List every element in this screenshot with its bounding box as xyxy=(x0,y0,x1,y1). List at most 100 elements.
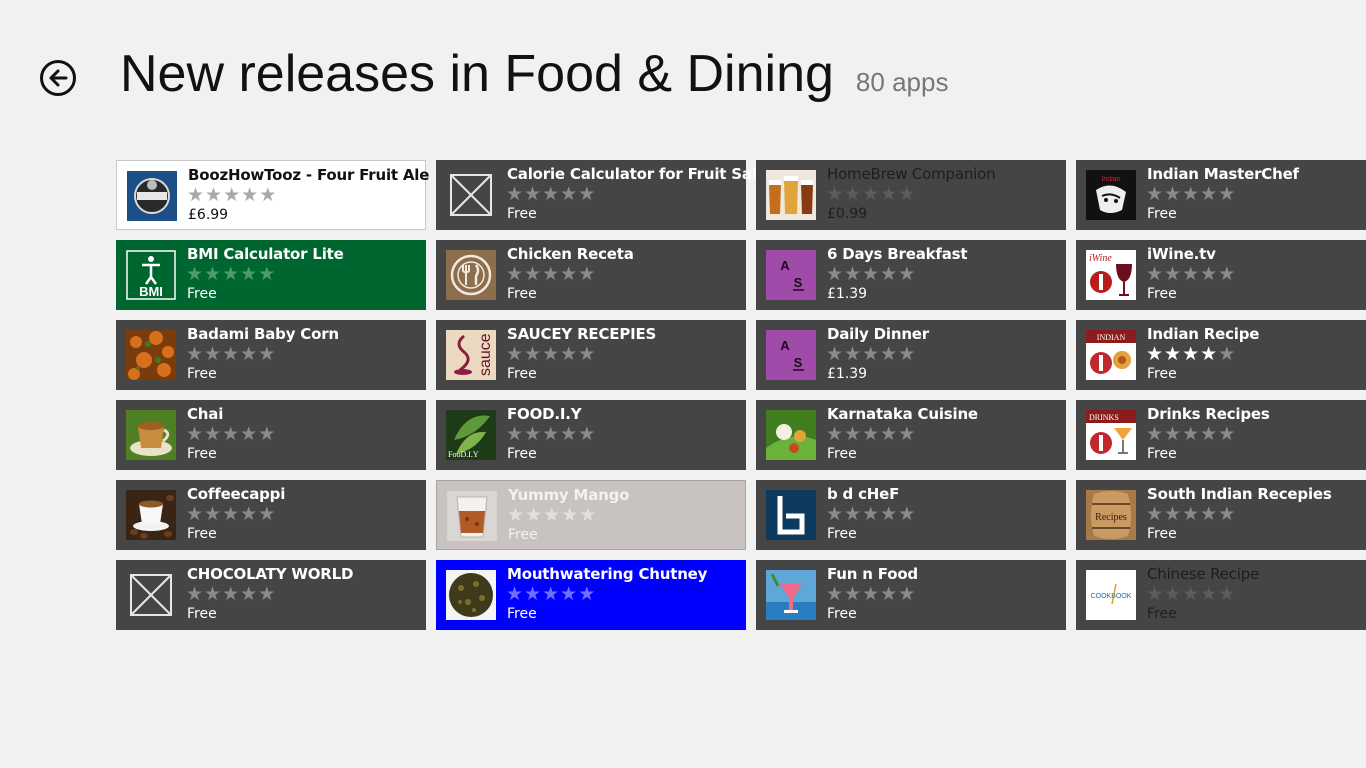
star-icon: ★ xyxy=(1200,343,1219,365)
app-tile[interactable]: Fun n Food ★★★★★ Free xyxy=(756,560,1066,630)
beach-cocktail-icon xyxy=(766,570,816,620)
star-icon: ★ xyxy=(1146,343,1165,365)
app-name: FOOD.I.Y xyxy=(507,405,582,423)
herb-leaves-icon: FooD.I.Y xyxy=(446,410,496,460)
star-rating: ★★★★★ xyxy=(506,583,596,605)
plate-fork-knife-icon xyxy=(446,250,496,300)
app-price: £1.39 xyxy=(827,366,868,382)
app-tile[interactable]: CHOCOLATY WORLD ★★★★★ Free xyxy=(116,560,426,630)
star-rating: ★★★★★ xyxy=(1146,343,1236,365)
star-icon: ★ xyxy=(1146,423,1165,445)
star-icon: ★ xyxy=(561,504,580,526)
app-tile[interactable]: Mouthwatering Chutney ★★★★★ Free xyxy=(436,560,746,630)
app-count: 80 apps xyxy=(855,67,949,97)
app-tile[interactable]: Indian Indian MasterChef ★★★★★ Free xyxy=(1076,160,1366,230)
star-icon: ★ xyxy=(258,423,277,445)
star-rating: ★★★★★ xyxy=(506,423,596,445)
star-icon: ★ xyxy=(1218,503,1237,525)
app-tile[interactable]: Chicken Receta ★★★★★ Free xyxy=(436,240,746,310)
app-tile[interactable]: BoozHowTooz - Four Fruit Ale ★★★★★ £6.99 xyxy=(116,160,429,230)
app-tile[interactable]: Chai ★★★★★ Free xyxy=(116,400,426,470)
app-name: Yummy Mango xyxy=(508,486,630,504)
app-tile[interactable]: AS6 Days Breakfast ★★★★★ £1.39 xyxy=(756,240,1066,310)
svg-text:FooD.I.Y: FooD.I.Y xyxy=(448,450,479,459)
star-icon: ★ xyxy=(862,263,881,285)
app-tile[interactable]: iWine iWine.tv ★★★★★ Free xyxy=(1076,240,1366,310)
app-tile[interactable]: Coffeecappi ★★★★★ Free xyxy=(116,480,426,550)
star-icon: ★ xyxy=(222,263,241,285)
app-tile[interactable]: BMI BMI Calculator Lite ★★★★★ Free xyxy=(116,240,426,310)
star-icon: ★ xyxy=(240,423,259,445)
star-icon: ★ xyxy=(578,583,597,605)
star-icon: ★ xyxy=(1182,263,1201,285)
app-name: 6 Days Breakfast xyxy=(827,245,968,263)
app-tile[interactable]: Yummy Mango ★★★★★ Free xyxy=(436,480,746,550)
star-icon: ★ xyxy=(826,503,845,525)
app-tile[interactable]: FooD.I.Y FOOD.I.Y ★★★★★ Free xyxy=(436,400,746,470)
star-rating: ★★★★★ xyxy=(186,343,276,365)
star-rating: ★★★★★ xyxy=(826,343,916,365)
svg-text:DRINKS: DRINKS xyxy=(1089,413,1119,422)
svg-text:INDIAN: INDIAN xyxy=(1097,333,1126,342)
app-price: Free xyxy=(1147,446,1177,462)
app-tile[interactable]: Badami Baby Corn ★★★★★ Free xyxy=(116,320,426,390)
star-icon: ★ xyxy=(579,504,598,526)
app-price: Free xyxy=(508,527,538,543)
app-price: Free xyxy=(187,606,217,622)
star-rating: ★★★★★ xyxy=(826,583,916,605)
star-rating: ★★★★★ xyxy=(1146,423,1236,445)
app-grid: BoozHowTooz - Four Fruit Ale ★★★★★ £6.99 BM… xyxy=(116,160,1366,630)
app-tile[interactable]: INDIAN Indian Recipe ★★★★★ Free xyxy=(1076,320,1366,390)
star-icon: ★ xyxy=(880,183,899,205)
star-icon: ★ xyxy=(844,423,863,445)
app-tile[interactable]: sauce SAUCEY RECEPIES ★★★★★ Free xyxy=(436,320,746,390)
star-icon: ★ xyxy=(844,583,863,605)
star-icon: ★ xyxy=(258,343,277,365)
star-icon: ★ xyxy=(507,504,526,526)
star-icon: ★ xyxy=(1182,343,1201,365)
star-icon: ★ xyxy=(880,583,899,605)
star-icon: ★ xyxy=(1164,343,1183,365)
app-name: Fun n Food xyxy=(827,565,918,583)
star-icon: ★ xyxy=(1146,503,1165,525)
star-icon: ★ xyxy=(1218,343,1237,365)
app-tile[interactable]: Recipes South Indian Recepies ★★★★★ Free xyxy=(1076,480,1366,550)
star-icon: ★ xyxy=(186,263,205,285)
star-icon: ★ xyxy=(186,503,205,525)
star-icon: ★ xyxy=(543,504,562,526)
app-tile[interactable]: Calorie Calculator for Fruit Salad ★★★★★ F… xyxy=(436,160,777,230)
star-icon: ★ xyxy=(1218,583,1237,605)
masterchef-logo-icon: Indian xyxy=(1086,170,1136,220)
purple-as-logo-icon: AS xyxy=(766,250,816,300)
app-tile[interactable]: A S Daily Dinner ★★★★★ £1.39 xyxy=(756,320,1066,390)
svg-text:S: S xyxy=(794,275,803,290)
app-name: Mouthwatering Chutney xyxy=(507,565,708,583)
missing-image-icon xyxy=(446,170,496,220)
app-price: Free xyxy=(507,206,537,222)
back-button[interactable] xyxy=(40,60,76,96)
star-icon: ★ xyxy=(1218,263,1237,285)
star-icon: ★ xyxy=(240,343,259,365)
app-price: Free xyxy=(827,606,857,622)
star-rating: ★★★★★ xyxy=(826,503,916,525)
app-tile[interactable]: DRINKS Drinks Recipes ★★★★★ Free xyxy=(1076,400,1366,470)
star-icon: ★ xyxy=(560,263,579,285)
star-icon: ★ xyxy=(1200,583,1219,605)
app-price: Free xyxy=(187,286,217,302)
star-icon: ★ xyxy=(204,583,223,605)
app-price: Free xyxy=(507,366,537,382)
star-icon: ★ xyxy=(525,504,544,526)
app-name: b d cHeF xyxy=(827,485,900,503)
star-icon: ★ xyxy=(844,503,863,525)
star-icon: ★ xyxy=(898,343,917,365)
star-icon: ★ xyxy=(205,184,224,206)
app-price: Free xyxy=(1147,366,1177,382)
sauce-logo-icon: sauce xyxy=(446,330,496,380)
app-price: £6.99 xyxy=(188,207,229,223)
app-price: Free xyxy=(187,526,217,542)
app-tile[interactable]: COOKBOOK Chinese Recipe ★★★★★ Free xyxy=(1076,560,1366,630)
app-tile[interactable]: HomeBrew Companion ★★★★★ £0.99 xyxy=(756,160,1066,230)
app-tile[interactable]: b d cHeF ★★★★★ Free xyxy=(756,480,1066,550)
chutney-plate-icon xyxy=(446,570,496,620)
app-tile[interactable]: Karnataka Cuisine ★★★★★ Free xyxy=(756,400,1066,470)
